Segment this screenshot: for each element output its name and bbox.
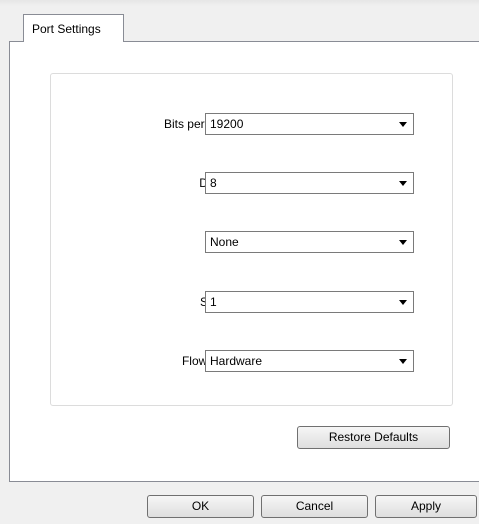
ok-button[interactable]: OK bbox=[147, 495, 254, 518]
stop-bits-value: 1 bbox=[210, 295, 217, 309]
bits-per-second-select[interactable]: 19200 bbox=[205, 113, 414, 135]
parity-value: None bbox=[210, 235, 239, 249]
stop-bits-select[interactable]: 1 bbox=[205, 291, 414, 313]
parity-select[interactable]: None bbox=[205, 231, 414, 253]
flow-control-select[interactable]: Hardware bbox=[205, 350, 414, 372]
chevron-down-icon bbox=[399, 359, 407, 364]
chevron-down-icon bbox=[399, 300, 407, 305]
chevron-down-icon bbox=[399, 240, 407, 245]
port-properties-dialog: Port Settings Bits per second: 19200 Dat… bbox=[0, 0, 479, 524]
cancel-button[interactable]: Cancel bbox=[261, 495, 368, 518]
settings-group: Bits per second: 19200 Data bits: 8 Pari… bbox=[50, 73, 453, 406]
apply-button[interactable]: Apply bbox=[375, 495, 477, 518]
chevron-down-icon bbox=[399, 122, 407, 127]
title-bar-edge bbox=[0, 0, 479, 6]
flow-control-value: Hardware bbox=[210, 354, 263, 368]
data-bits-select[interactable]: 8 bbox=[205, 172, 414, 194]
bits-per-second-value: 19200 bbox=[210, 117, 244, 131]
restore-defaults-button[interactable]: Restore Defaults bbox=[297, 426, 450, 449]
chevron-down-icon bbox=[399, 181, 407, 186]
tab-port-settings[interactable]: Port Settings bbox=[23, 14, 124, 42]
data-bits-value: 8 bbox=[210, 176, 217, 190]
tab-label: Port Settings bbox=[32, 22, 101, 36]
